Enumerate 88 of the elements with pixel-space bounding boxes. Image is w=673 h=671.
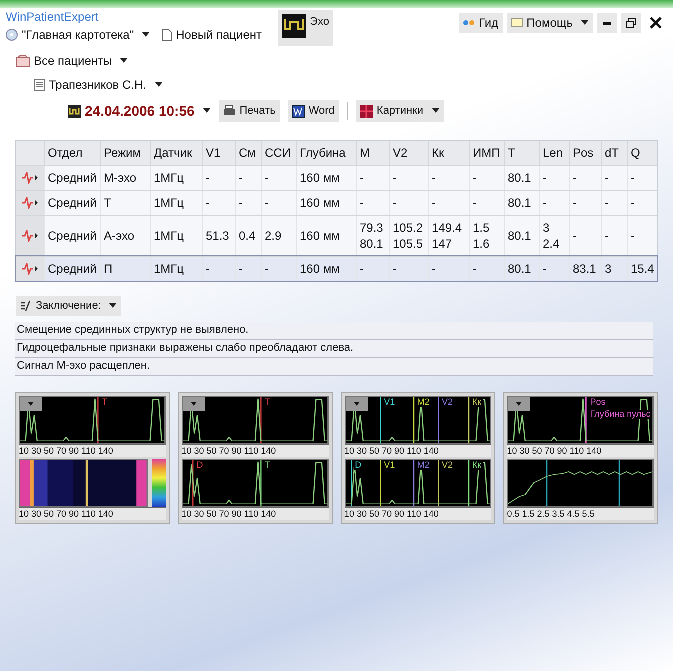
- pen-icon: [20, 300, 32, 312]
- table-cell: 1МГц: [150, 257, 202, 281]
- marker-label: V1: [383, 398, 396, 407]
- echo-button[interactable]: Эхо: [278, 10, 334, 46]
- axis-labels: 10 30 50 70 90 110 140: [19, 507, 166, 520]
- document-icon: [292, 104, 305, 118]
- axis-labels: 10 30 50 70 90 110 140: [19, 444, 166, 457]
- caret-icon: [109, 303, 118, 309]
- help-button[interactable]: Помощь: [506, 13, 593, 33]
- axis-labels: 10 30 50 70 90 110 140: [344, 507, 492, 520]
- waveform-icon: [282, 14, 306, 38]
- app-title: WinPatientExpert: [6, 9, 100, 26]
- waveform-icon: [21, 197, 39, 209]
- marker-label: Кк: [471, 461, 483, 470]
- folder-icon: [16, 55, 30, 67]
- exam-date-node[interactable]: 24.04.2006 10:56: [68, 100, 211, 122]
- caret-icon: [432, 108, 440, 114]
- table-cell: П: [100, 257, 150, 281]
- restore-button[interactable]: [621, 13, 641, 33]
- people-icon: [463, 18, 476, 28]
- table-cell: -: [389, 257, 428, 281]
- caret-icon: [202, 108, 211, 114]
- axis-labels: 10 30 50 70 90 110 140: [182, 444, 328, 457]
- table-cell: -: [235, 257, 261, 281]
- caret-icon: [354, 402, 360, 406]
- minimize-icon: [603, 22, 611, 24]
- all-patients-node[interactable]: Все пациенты: [16, 52, 128, 70]
- caret-icon: [142, 32, 150, 38]
- table-cell: 15.4: [627, 257, 659, 281]
- table-cell: Средний: [44, 257, 100, 281]
- waveform-icon: [21, 230, 39, 242]
- marker-label: T: [101, 398, 109, 407]
- axis-labels: 10 30 50 70 90 110 140: [344, 444, 492, 457]
- pictures-button[interactable]: Картинки: [356, 100, 444, 122]
- caret-icon: [190, 402, 197, 406]
- table-cell: -: [539, 257, 569, 281]
- table-cell: -: [469, 257, 504, 281]
- table-cell: 80.1: [504, 257, 539, 281]
- card-selector[interactable]: "Главная картотека": [6, 26, 150, 44]
- guide-button[interactable]: Гид: [459, 13, 503, 33]
- caret-icon: [28, 402, 34, 406]
- caret-icon: [154, 82, 163, 88]
- marker-label: M2: [416, 461, 431, 470]
- conclusion-button[interactable]: Заключение:: [16, 296, 122, 316]
- printer-icon: [222, 105, 236, 117]
- waveform-icon: [21, 172, 39, 184]
- waveform-icon: [21, 263, 39, 275]
- table-cell: 83.1: [569, 257, 601, 281]
- table-cell: -: [356, 257, 389, 281]
- caret-icon: [581, 20, 589, 26]
- table-cell: 3: [601, 257, 627, 281]
- table-cell: -: [428, 257, 469, 281]
- marker-label: D: [354, 461, 363, 470]
- patient-node[interactable]: Трапезников С.Н.: [34, 76, 163, 94]
- table-row[interactable]: Средний П 1МГц - - - 160 мм - - - - 80.1 - 83.1 3 15.4: [16, 256, 657, 281]
- axis-labels: 10 30 50 70 90 110 140: [507, 444, 654, 457]
- channel-menu-button[interactable]: [346, 397, 368, 411]
- word-button[interactable]: Word: [288, 100, 339, 122]
- table-cell: 160 мм: [296, 257, 356, 281]
- table-row[interactable]: Средний М-эхо 1МГц - - - 160 мм - - - - 80.1 - - - -: [16, 165, 657, 190]
- color-scale: [152, 459, 166, 507]
- list-icon: [34, 79, 45, 91]
- marker-label: M2: [416, 398, 431, 407]
- axis-labels: 10 30 50 70 90 110 140: [182, 507, 328, 520]
- marker-label: Кк: [471, 398, 483, 407]
- grid-icon: [360, 104, 373, 118]
- marker-label: V1: [383, 461, 396, 470]
- new-patient-button[interactable]: Новый пациент: [162, 26, 262, 44]
- caret-icon: [120, 58, 128, 64]
- marker-label: Pos: [589, 398, 607, 407]
- channel-menu-button[interactable]: [20, 397, 42, 411]
- page-icon: [162, 29, 172, 41]
- caret-icon: [516, 402, 522, 406]
- restore-icon: [626, 18, 636, 28]
- table-row[interactable]: Средний Т 1МГц - - - 160 мм - - - - 80.1 - - - -: [16, 190, 657, 215]
- axis-labels: 0.5 1.5 2.5 3.5 4.5 5.5: [507, 507, 654, 520]
- table-cell: -: [202, 257, 235, 281]
- waveform-icon: [68, 104, 81, 118]
- channel-menu-button[interactable]: [508, 397, 530, 411]
- print-button[interactable]: Печать: [218, 100, 280, 122]
- channel-menu-button[interactable]: [182, 397, 205, 411]
- table-cell: -: [261, 257, 296, 281]
- marker-label: V2: [441, 461, 454, 470]
- disc-icon: [6, 29, 18, 41]
- marker-label: V2: [441, 398, 454, 407]
- close-icon: [650, 17, 662, 29]
- marker-label: Глубина пульс: [589, 410, 652, 419]
- minimize-button[interactable]: [597, 13, 617, 33]
